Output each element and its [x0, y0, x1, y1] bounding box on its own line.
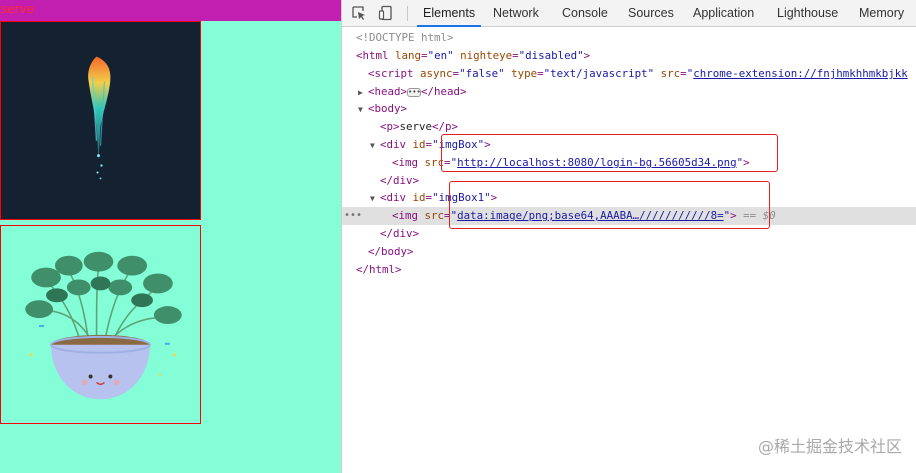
watermark: @稀土掘金技术社区: [757, 437, 902, 456]
html-tag: <html: [356, 49, 389, 62]
dom-node-script[interactable]: <script async="false" type="text/javascr…: [342, 65, 916, 83]
p-close-tag: </p>: [432, 120, 459, 133]
devtools-tabbar: Elements Network Console Sources Applica…: [342, 0, 916, 27]
script-src-attr: src: [660, 67, 681, 80]
device-toolbar-icon[interactable]: [378, 5, 394, 21]
head-open-tag: <head>: [368, 85, 408, 98]
tab-elements[interactable]: Elements: [417, 0, 482, 27]
dom-node-html-close[interactable]: </html>: [342, 261, 916, 279]
tab-network[interactable]: Network: [493, 0, 539, 27]
tab-memory[interactable]: Memory: [859, 0, 904, 27]
script-async-attr: async: [420, 67, 453, 80]
expand-triangle-icon[interactable]: ▶: [358, 84, 368, 101]
div-open-tag: <div: [380, 138, 407, 151]
script-async-value: "false": [459, 67, 505, 80]
html-close-tag: </html>: [356, 263, 402, 276]
dom-node-head[interactable]: ▶ <head>•••</head>: [342, 83, 916, 101]
html-nighteye-attr: nighteye: [460, 49, 513, 62]
script-type-value: "text/javascript": [543, 67, 655, 80]
toolbar-divider: [407, 6, 408, 21]
more-actions-icon[interactable]: •••: [344, 207, 362, 225]
collapse-triangle-icon[interactable]: ▼: [370, 190, 380, 207]
login-bg-image: [1, 22, 200, 219]
dom-tree: <!DOCTYPE html> <html lang="en" nighteye…: [342, 28, 916, 473]
div-close-tag: </div>: [380, 174, 420, 187]
dom-node-doctype[interactable]: <!DOCTYPE html>: [342, 29, 916, 47]
devtools-panel: Elements Network Console Sources Applica…: [341, 0, 916, 473]
tab-sources[interactable]: Sources: [628, 0, 674, 27]
tab-application[interactable]: Application: [693, 0, 754, 27]
script-type-attr: type: [511, 67, 538, 80]
img-box-1: [0, 225, 201, 424]
img-src-attr: src: [424, 209, 445, 222]
img-tag: <img: [392, 209, 419, 222]
p-open-tag: <p>: [380, 120, 400, 133]
div-close-tag: </div>: [380, 227, 420, 240]
collapse-triangle-icon[interactable]: ▼: [370, 137, 380, 154]
div-id-attr: id: [412, 138, 426, 151]
dom-node-body[interactable]: ▼ <body>: [342, 100, 916, 118]
dom-node-body-close[interactable]: </body>: [342, 243, 916, 261]
annotation-box: [449, 181, 770, 229]
serve-paragraph: serve: [1, 2, 35, 16]
head-close-tag: </head>: [421, 85, 467, 98]
img-box: [0, 21, 201, 220]
html-lang-value: "en": [427, 49, 454, 62]
script-tag: <script: [368, 67, 414, 80]
body-close-tag: </body>: [368, 245, 414, 258]
tab-lighthouse[interactable]: Lighthouse: [777, 0, 838, 27]
collapsed-ellipsis-icon[interactable]: •••: [407, 87, 422, 97]
page-top-strip: [0, 0, 341, 21]
page-viewport: serve: [0, 0, 341, 473]
plant-pot-image: [1, 226, 200, 423]
tab-console[interactable]: Console: [562, 0, 608, 27]
html-lang-attr: lang: [395, 49, 422, 62]
script-src-link[interactable]: chrome-extension://fnjhmkhhmkbjkk: [693, 67, 908, 80]
annotation-box: [441, 134, 778, 172]
inspect-element-icon[interactable]: [351, 5, 367, 21]
html-nighteye-value: "disabled": [518, 49, 584, 62]
collapse-triangle-icon[interactable]: ▼: [358, 101, 368, 118]
p-text: serve: [399, 120, 433, 133]
gt: >: [583, 49, 591, 62]
div-open-tag: <div: [380, 191, 407, 204]
img-tag: <img: [392, 156, 419, 169]
div-id-attr: id: [412, 191, 426, 204]
doctype-text: <!DOCTYPE html>: [356, 31, 454, 44]
dom-node-html[interactable]: <html lang="en" nighteye="disabled">: [342, 47, 916, 65]
body-open-tag: <body>: [368, 102, 408, 115]
